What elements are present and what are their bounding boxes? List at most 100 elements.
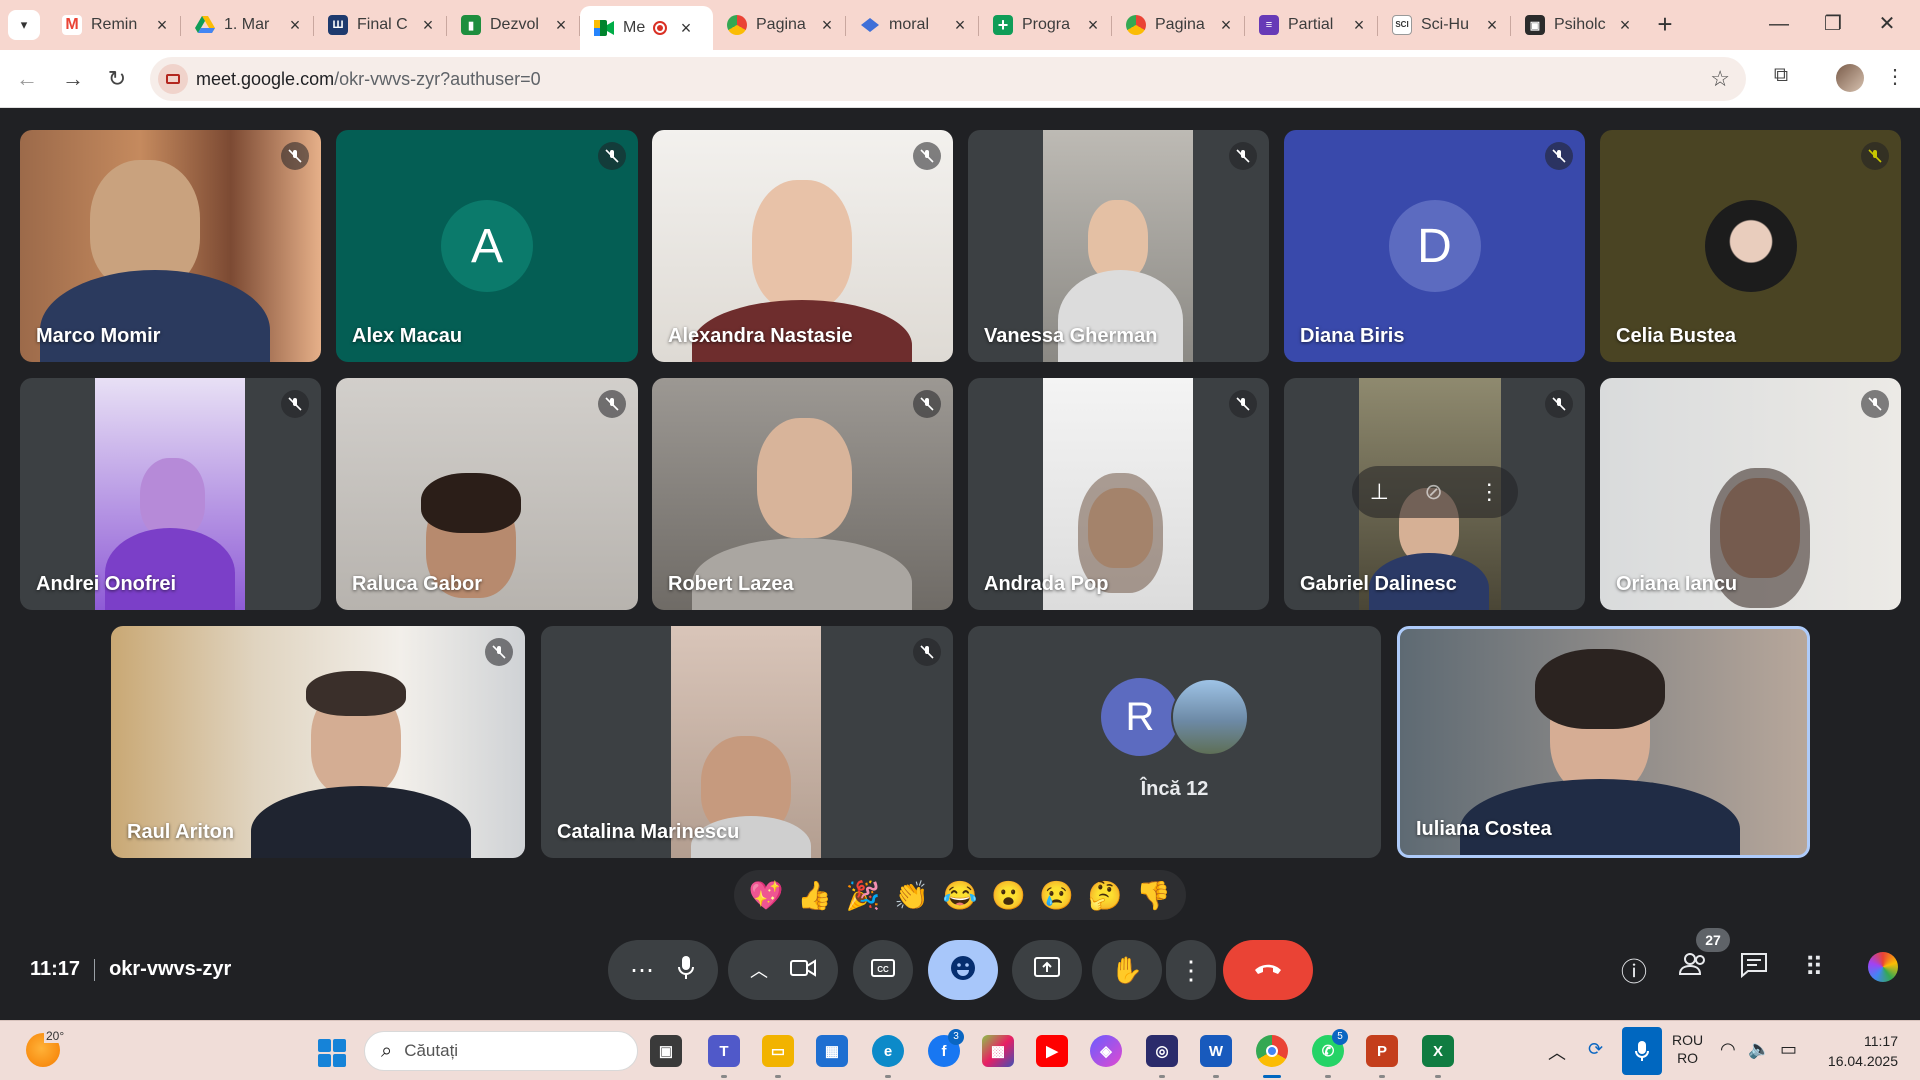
edge-icon[interactable]: e: [872, 1035, 904, 1067]
more-audio-options-icon[interactable]: ⋯: [630, 956, 654, 985]
close-icon[interactable]: ×: [1483, 15, 1501, 36]
gemini-icon[interactable]: [1856, 952, 1910, 988]
back-button[interactable]: ←: [10, 62, 44, 96]
reload-button[interactable]: ↻: [100, 62, 134, 96]
taskbar-search[interactable]: ⌕ Căutați: [364, 1031, 638, 1071]
tab-pagina-1[interactable]: Pagina ×: [713, 6, 846, 44]
more-options-button[interactable]: ⋮: [1166, 940, 1216, 1000]
participant-tile[interactable]: Andrei Onofrei: [20, 378, 321, 610]
more-participants-tile[interactable]: R Încă 12: [968, 626, 1381, 858]
reaction-heart[interactable]: 💖: [744, 879, 788, 912]
wifi-icon[interactable]: ◠: [1720, 1039, 1736, 1060]
restore-button[interactable]: ❐: [1806, 6, 1860, 42]
participant-tile[interactable]: Raul Ariton: [111, 626, 525, 858]
close-icon[interactable]: ×: [286, 15, 304, 36]
raise-hand-button[interactable]: ✋: [1092, 940, 1162, 1000]
volume-icon[interactable]: 🔈: [1748, 1039, 1770, 1060]
people-icon[interactable]: [1676, 952, 1712, 988]
close-icon[interactable]: ×: [677, 18, 695, 39]
participant-tile[interactable]: Vanessa Gherman: [968, 130, 1269, 362]
close-icon[interactable]: ×: [1350, 15, 1368, 36]
photo-editor-icon[interactable]: ▩: [982, 1035, 1014, 1067]
self-view-tile[interactable]: Iuliana Costea: [1397, 626, 1810, 858]
new-tab-button[interactable]: +: [1650, 10, 1680, 40]
close-icon[interactable]: ×: [1084, 15, 1102, 36]
tray-chevron-up-icon[interactable]: ︿: [1548, 1039, 1566, 1065]
participant-tile[interactable]: Raluca Gabor: [336, 378, 638, 610]
sync-icon[interactable]: ⟳: [1588, 1039, 1603, 1060]
tab-partial[interactable]: ≡ Partial ×: [1245, 6, 1378, 44]
store-icon[interactable]: ▦: [816, 1035, 848, 1067]
reaction-thumbs-up[interactable]: 👍: [793, 879, 837, 912]
close-window-button[interactable]: ✕: [1860, 6, 1914, 42]
mute-participant-icon[interactable]: ⊘: [1424, 479, 1442, 505]
captions-button[interactable]: CC: [853, 940, 913, 1000]
extensions-icon[interactable]: ⧉: [1766, 64, 1796, 94]
activities-grid-icon[interactable]: ⠿: [1796, 952, 1832, 988]
participant-tile[interactable]: D Diana Biris: [1284, 130, 1585, 362]
reaction-laugh[interactable]: 😂: [938, 879, 982, 912]
tab-pagina-2[interactable]: Pagina ×: [1112, 6, 1245, 44]
reaction-surprised[interactable]: 😮: [986, 879, 1030, 912]
reaction-party[interactable]: 🎉: [841, 879, 885, 912]
start-windows-icon[interactable]: [318, 1039, 346, 1067]
tab-gmail[interactable]: M Remin ×: [48, 6, 181, 44]
copilot-icon[interactable]: ◈: [1090, 1035, 1122, 1067]
tab-document[interactable]: Ш Final C ×: [314, 6, 447, 44]
reaction-thinking[interactable]: 🤔: [1083, 879, 1127, 912]
reaction-thumbs-down[interactable]: 👎: [1132, 879, 1176, 912]
close-icon[interactable]: ×: [1217, 15, 1235, 36]
chrome-icon[interactable]: [1256, 1035, 1288, 1067]
system-clock[interactable]: 11:17 16.04.2025: [1818, 1031, 1898, 1071]
tab-classroom[interactable]: ▮ Dezvol ×: [447, 6, 580, 44]
tab-scihub[interactable]: SCI Sci-Hu ×: [1378, 6, 1511, 44]
task-view-icon[interactable]: ▣: [650, 1035, 682, 1067]
reaction-clap[interactable]: 👏: [890, 879, 934, 912]
reaction-sad[interactable]: 😢: [1035, 879, 1079, 912]
participant-tile[interactable]: Andrada Pop: [968, 378, 1269, 610]
tab-meet[interactable]: Me ×: [580, 6, 713, 50]
participant-tile[interactable]: Marco Momir: [20, 130, 321, 362]
chevron-up-icon[interactable]: ︿: [750, 957, 768, 983]
minimize-button[interactable]: —: [1752, 6, 1806, 42]
teams-icon[interactable]: T: [708, 1035, 740, 1067]
youtube-icon[interactable]: ▶: [1036, 1035, 1068, 1067]
more-options-icon[interactable]: ⋮: [1478, 479, 1500, 505]
close-icon[interactable]: ×: [419, 15, 437, 36]
address-bar[interactable]: meet.google.com/okr-vwvs-zyr?authuser=0 …: [150, 57, 1746, 101]
participant-tile[interactable]: Robert Lazea: [652, 378, 953, 610]
close-icon[interactable]: ×: [951, 15, 969, 36]
meeting-details-icon[interactable]: ⓘ: [1616, 952, 1652, 988]
input-language[interactable]: ROU RO: [1672, 1031, 1703, 1067]
close-icon[interactable]: ×: [1616, 15, 1634, 36]
tab-program[interactable]: + Progra ×: [979, 6, 1112, 44]
participant-tile[interactable]: Oriana Iancu: [1600, 378, 1901, 610]
battery-icon[interactable]: ▭: [1780, 1039, 1797, 1060]
participant-tile[interactable]: Alexandra Nastasie: [652, 130, 953, 362]
tab-psiholog[interactable]: ▣ Psiholc ×: [1511, 6, 1644, 44]
chat-icon[interactable]: [1736, 952, 1772, 988]
video-app-icon[interactable]: ◎: [1146, 1035, 1178, 1067]
participant-tile[interactable]: Celia Bustea: [1600, 130, 1901, 362]
participant-tile[interactable]: A Alex Macau: [336, 130, 638, 362]
profile-avatar[interactable]: [1836, 64, 1864, 92]
present-screen-button[interactable]: [1012, 940, 1082, 1000]
camera-icon[interactable]: [790, 958, 816, 982]
close-icon[interactable]: ×: [153, 15, 171, 36]
word-icon[interactable]: W: [1200, 1035, 1232, 1067]
close-icon[interactable]: ×: [552, 15, 570, 36]
forward-button[interactable]: →: [56, 62, 90, 96]
menu-dots-icon[interactable]: ⋮: [1880, 64, 1910, 94]
tab-moral[interactable]: moral ×: [846, 6, 979, 44]
bookmark-star-icon[interactable]: ☆: [1710, 66, 1730, 92]
close-icon[interactable]: ×: [818, 15, 836, 36]
participant-tile[interactable]: Catalina Marinescu: [541, 626, 953, 858]
tab-drive[interactable]: 1. Mar ×: [181, 6, 314, 44]
emoji-reactions-button[interactable]: [928, 940, 998, 1000]
tab-search-button[interactable]: ▾: [8, 10, 40, 40]
site-info-icon[interactable]: [158, 64, 188, 94]
microphone-icon[interactable]: [676, 955, 696, 986]
mic-in-use-icon[interactable]: [1622, 1027, 1662, 1075]
powerpoint-icon[interactable]: P: [1366, 1035, 1398, 1067]
pin-icon[interactable]: ⊥: [1370, 479, 1389, 505]
